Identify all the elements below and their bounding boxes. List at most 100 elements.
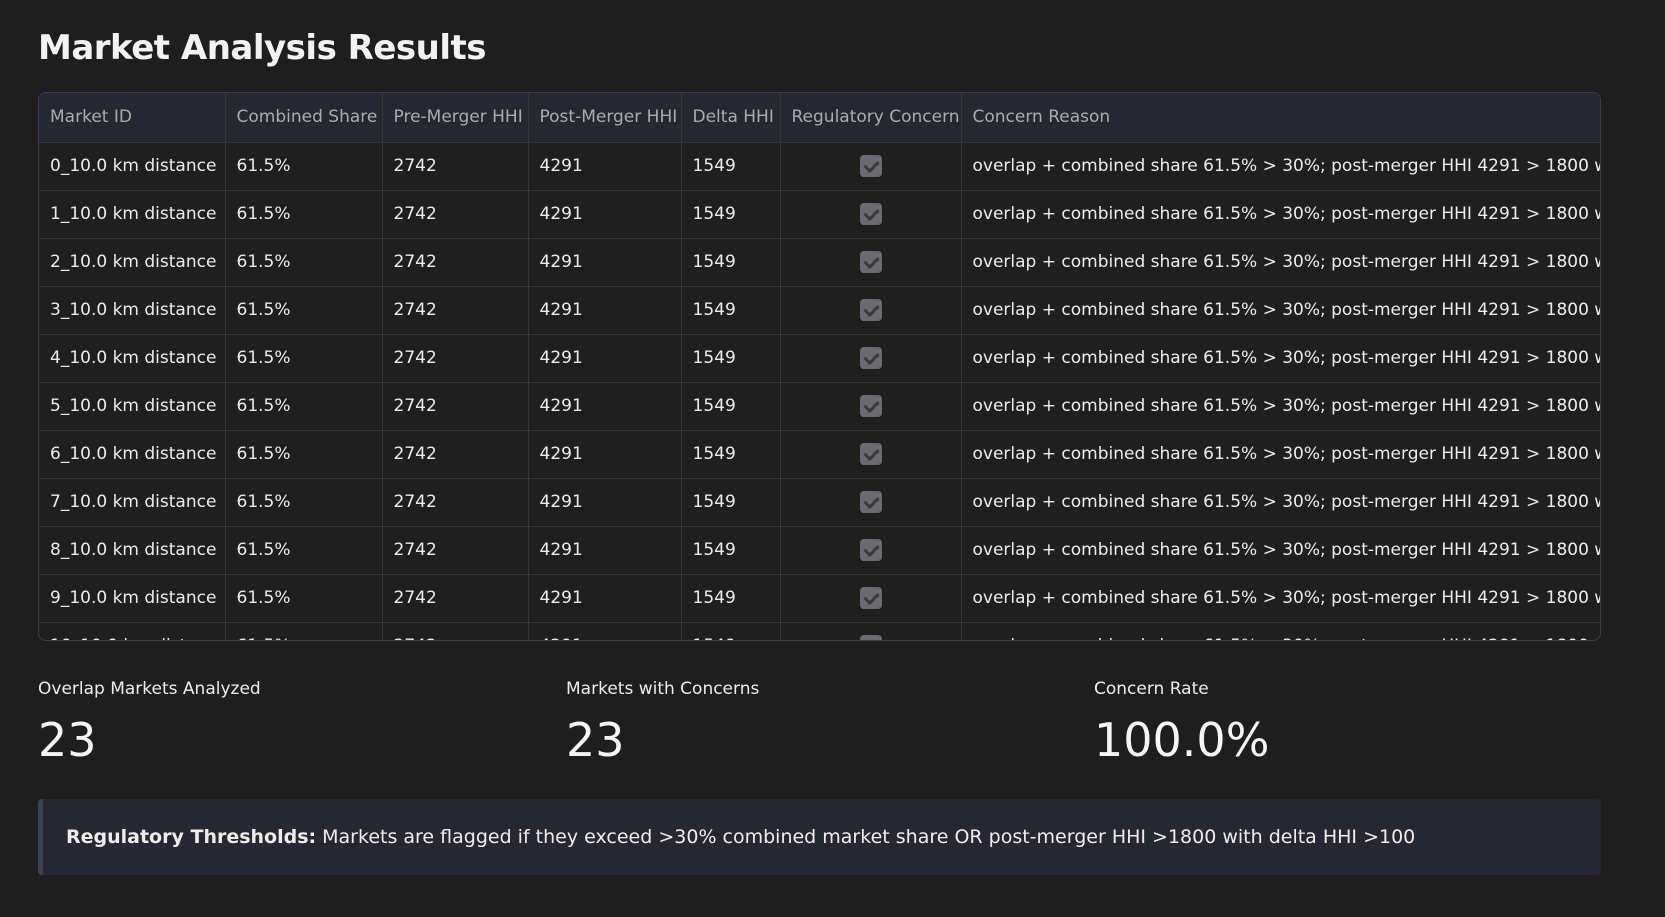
cell-pre-hhi[interactable]: 2742 (382, 286, 529, 335)
column-header-regulatory-concern[interactable]: Regulatory Concern (780, 93, 962, 143)
cell-combined-share[interactable]: 61.5% (225, 190, 383, 239)
cell-pre-hhi[interactable]: 2742 (382, 142, 529, 191)
table-row: 2_10.0 km distance 61.5% 2742 4291 1549 overl… (39, 238, 1600, 287)
metric-markets-with-concerns: Markets with Concerns 23 (566, 679, 1094, 769)
cell-post-hhi[interactable]: 4291 (528, 574, 682, 623)
cell-regulatory-concern[interactable] (780, 478, 962, 527)
cell-delta-hhi[interactable]: 1549 (681, 382, 781, 431)
cell-post-hhi[interactable]: 4291 (528, 334, 682, 383)
cell-reason[interactable]: overlap + combined share 61.5% > 30%; po… (961, 190, 1600, 239)
cell-delta-hhi[interactable]: 1549 (681, 238, 781, 287)
metric-concern-rate: Concern Rate 100.0% (1094, 679, 1622, 769)
column-header-concern-reason[interactable]: Concern Reason (961, 93, 1600, 143)
cell-combined-share[interactable]: 61.5% (225, 238, 383, 287)
checkbox-checked-icon (859, 587, 882, 609)
cell-combined-share[interactable]: 61.5% (225, 574, 383, 623)
cell-market-id[interactable]: 3_10.0 km distance (39, 286, 226, 335)
column-header-delta-hhi[interactable]: Delta HHI (681, 93, 781, 143)
cell-delta-hhi[interactable]: 1549 (681, 190, 781, 239)
cell-post-hhi[interactable]: 4291 (528, 526, 682, 575)
column-header-pre-merger-hhi[interactable]: Pre-Merger HHI (382, 93, 529, 143)
cell-reason[interactable]: overlap + combined share 61.5% > 30%; po… (961, 574, 1600, 623)
cell-market-id[interactable]: 6_10.0 km distance (39, 430, 226, 479)
cell-reason[interactable]: overlap + combined share 61.5% > 30%; po… (961, 622, 1600, 640)
cell-pre-hhi[interactable]: 2742 (382, 334, 529, 383)
cell-delta-hhi[interactable]: 1549 (681, 334, 781, 383)
cell-combined-share[interactable]: 61.5% (225, 286, 383, 335)
callout-heading: Regulatory Thresholds: (66, 826, 317, 848)
cell-reason[interactable]: overlap + combined share 61.5% > 30%; po… (961, 430, 1600, 479)
table-row: 1_10.0 km distance 61.5% 2742 4291 1549 overl… (39, 190, 1600, 239)
cell-regulatory-concern[interactable] (780, 622, 962, 640)
column-header-market-id[interactable]: Market ID (39, 93, 226, 143)
cell-reason[interactable]: overlap + combined share 61.5% > 30%; po… (961, 334, 1600, 383)
cell-market-id[interactable]: 2_10.0 km distance (39, 238, 226, 287)
table-row: 6_10.0 km distance 61.5% 2742 4291 1549 overl… (39, 430, 1600, 479)
cell-market-id[interactable]: 10_10.0 km distance (39, 622, 226, 640)
cell-post-hhi[interactable]: 4291 (528, 622, 682, 640)
cell-delta-hhi[interactable]: 1549 (681, 622, 781, 640)
table-header-row: Market ID Combined Share Pre-Merger HHI … (39, 93, 1600, 143)
cell-combined-share[interactable]: 61.5% (225, 478, 383, 527)
cell-pre-hhi[interactable]: 2742 (382, 430, 529, 479)
cell-reason[interactable]: overlap + combined share 61.5% > 30%; po… (961, 142, 1600, 191)
cell-regulatory-concern[interactable] (780, 574, 962, 623)
checkbox-checked-icon (859, 347, 882, 369)
cell-reason[interactable]: overlap + combined share 61.5% > 30%; po… (961, 526, 1600, 575)
cell-regulatory-concern[interactable] (780, 430, 962, 479)
cell-combined-share[interactable]: 61.5% (225, 526, 383, 575)
cell-post-hhi[interactable]: 4291 (528, 478, 682, 527)
cell-regulatory-concern[interactable] (780, 238, 962, 287)
column-header-combined-share[interactable]: Combined Share (225, 93, 383, 143)
cell-delta-hhi[interactable]: 1549 (681, 286, 781, 335)
cell-post-hhi[interactable]: 4291 (528, 286, 682, 335)
cell-reason[interactable]: overlap + combined share 61.5% > 30%; po… (961, 286, 1600, 335)
cell-post-hhi[interactable]: 4291 (528, 142, 682, 191)
table-row: 8_10.0 km distance 61.5% 2742 4291 1549 overl… (39, 526, 1600, 575)
cell-post-hhi[interactable]: 4291 (528, 382, 682, 431)
metric-value: 100.0% (1094, 713, 1270, 767)
cell-regulatory-concern[interactable] (780, 526, 962, 575)
cell-pre-hhi[interactable]: 2742 (382, 622, 529, 640)
column-header-post-merger-hhi[interactable]: Post-Merger HHI (528, 93, 682, 143)
cell-regulatory-concern[interactable] (780, 190, 962, 239)
results-table-container[interactable]: Market ID Combined Share Pre-Merger HHI … (38, 92, 1601, 641)
cell-pre-hhi[interactable]: 2742 (382, 190, 529, 239)
cell-pre-hhi[interactable]: 2742 (382, 574, 529, 623)
cell-delta-hhi[interactable]: 1549 (681, 142, 781, 191)
cell-regulatory-concern[interactable] (780, 382, 962, 431)
cell-market-id[interactable]: 5_10.0 km distance (39, 382, 226, 431)
cell-pre-hhi[interactable]: 2742 (382, 238, 529, 287)
cell-post-hhi[interactable]: 4291 (528, 430, 682, 479)
cell-market-id[interactable]: 1_10.0 km distance (39, 190, 226, 239)
cell-market-id[interactable]: 0_10.0 km distance (39, 142, 226, 191)
cell-market-id[interactable]: 4_10.0 km distance (39, 334, 226, 383)
cell-regulatory-concern[interactable] (780, 286, 962, 335)
cell-combined-share[interactable]: 61.5% (225, 334, 383, 383)
cell-pre-hhi[interactable]: 2742 (382, 478, 529, 527)
cell-combined-share[interactable]: 61.5% (225, 622, 383, 640)
cell-combined-share[interactable]: 61.5% (225, 142, 383, 191)
cell-delta-hhi[interactable]: 1549 (681, 574, 781, 623)
cell-regulatory-concern[interactable] (780, 142, 962, 191)
cell-post-hhi[interactable]: 4291 (528, 190, 682, 239)
regulatory-thresholds-callout: Regulatory Thresholds: Markets are flagg… (38, 799, 1601, 875)
cell-combined-share[interactable]: 61.5% (225, 430, 383, 479)
cell-reason[interactable]: overlap + combined share 61.5% > 30%; po… (961, 478, 1600, 527)
cell-post-hhi[interactable]: 4291 (528, 238, 682, 287)
cell-market-id[interactable]: 8_10.0 km distance (39, 526, 226, 575)
metrics-row: Overlap Markets Analyzed 23 Markets with… (38, 679, 1628, 769)
cell-delta-hhi[interactable]: 1549 (681, 526, 781, 575)
cell-market-id[interactable]: 9_10.0 km distance (39, 574, 226, 623)
cell-pre-hhi[interactable]: 2742 (382, 382, 529, 431)
cell-pre-hhi[interactable]: 2742 (382, 526, 529, 575)
cell-delta-hhi[interactable]: 1549 (681, 478, 781, 527)
cell-reason[interactable]: overlap + combined share 61.5% > 30%; po… (961, 382, 1600, 431)
cell-delta-hhi[interactable]: 1549 (681, 430, 781, 479)
checkbox-checked-icon (859, 491, 882, 513)
cell-combined-share[interactable]: 61.5% (225, 382, 383, 431)
cell-regulatory-concern[interactable] (780, 334, 962, 383)
page: Market Analysis Results Market ID Combin… (0, 0, 1665, 917)
cell-market-id[interactable]: 7_10.0 km distance (39, 478, 226, 527)
cell-reason[interactable]: overlap + combined share 61.5% > 30%; po… (961, 238, 1600, 287)
